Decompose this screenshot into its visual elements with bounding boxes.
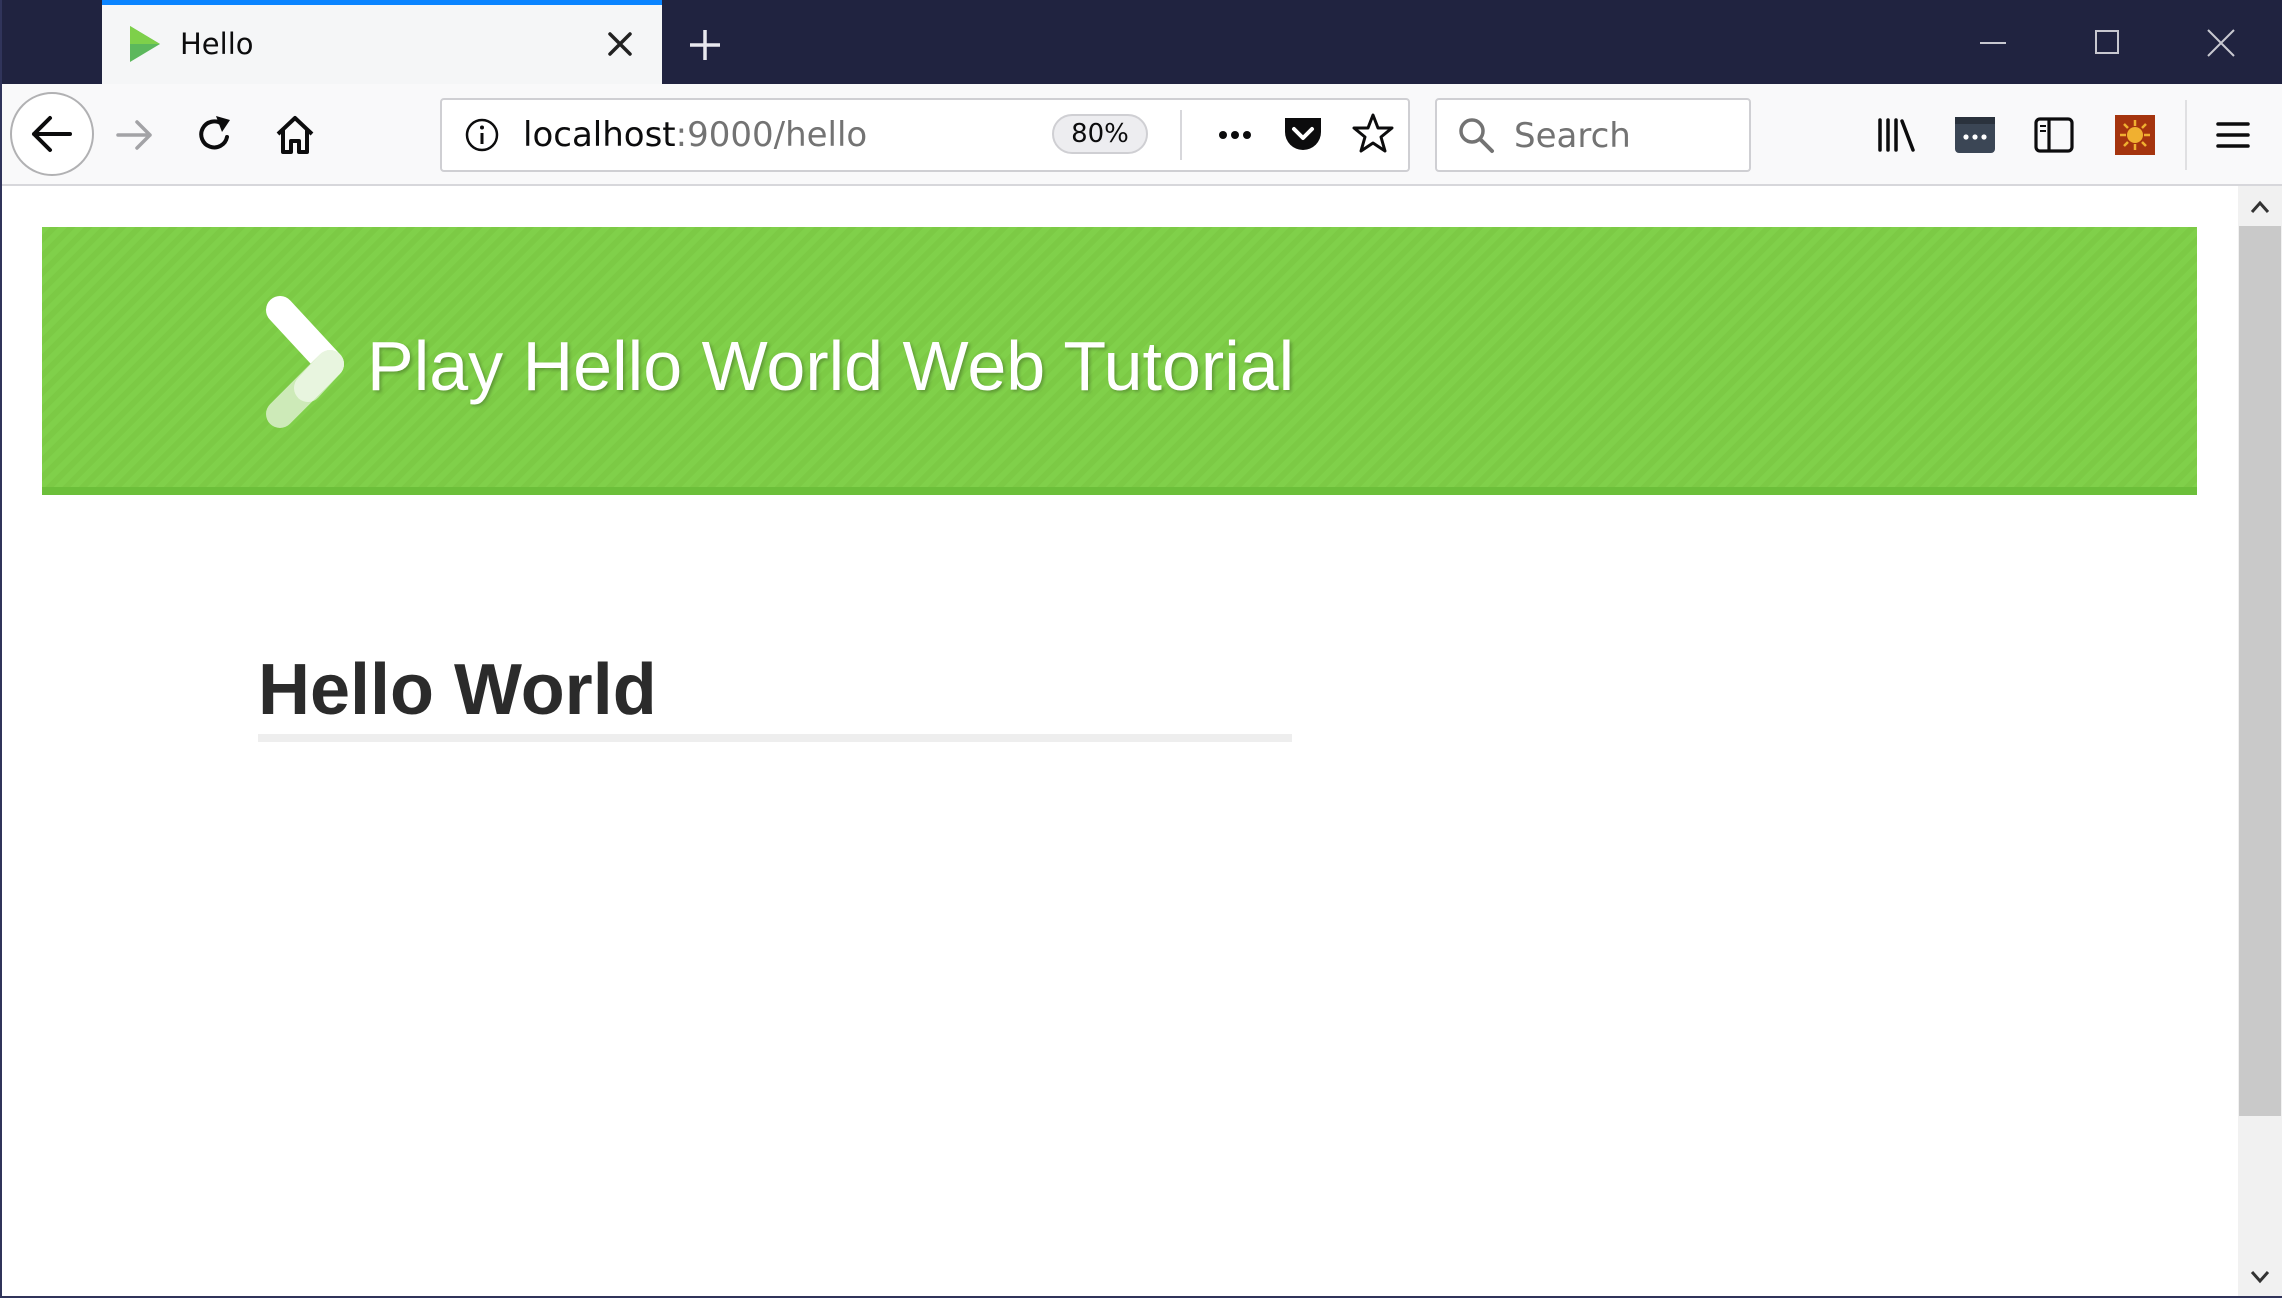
back-arrow-icon	[32, 116, 72, 152]
play-favicon-icon	[130, 26, 160, 62]
window-border-left	[0, 0, 2, 1298]
url-host: localhost	[523, 115, 676, 155]
back-button[interactable]	[10, 92, 94, 176]
search-icon	[1459, 118, 1494, 153]
site-header-border	[42, 487, 2197, 495]
close-window-icon[interactable]	[2196, 18, 2246, 68]
scroll-down-arrow-icon[interactable]	[2242, 1262, 2278, 1292]
site-title[interactable]: Play Hello World Web Tutorial	[367, 318, 1294, 414]
page-actions-icon[interactable]	[1210, 112, 1260, 158]
bookmark-star-icon[interactable]	[1350, 110, 1396, 156]
page-heading: Hello World	[258, 650, 657, 730]
play-logo-icon[interactable]	[258, 290, 348, 430]
search-placeholder[interactable]: Search	[1514, 115, 1631, 157]
scroll-up-arrow-icon[interactable]	[2242, 192, 2278, 222]
maximize-icon[interactable]	[2082, 18, 2132, 68]
url-text[interactable]: localhost:9000/hello	[523, 113, 867, 157]
url-path: :9000/hello	[675, 115, 868, 155]
zoom-level-badge[interactable]: 80%	[1052, 114, 1148, 154]
heading-underline	[258, 734, 1292, 742]
site-info-icon[interactable]	[462, 115, 502, 155]
minimize-icon[interactable]	[1968, 18, 2018, 68]
close-tab-icon[interactable]	[600, 24, 640, 64]
new-tab-icon[interactable]	[680, 20, 730, 70]
sidebar-icon[interactable]	[2031, 112, 2077, 158]
scrollbar-thumb[interactable]	[2239, 226, 2281, 1116]
toolbar-divider	[2185, 100, 2187, 170]
forward-arrow-icon[interactable]	[110, 110, 160, 160]
hamburger-menu-icon[interactable]	[2210, 112, 2256, 158]
home-icon[interactable]	[270, 110, 320, 160]
tab-title: Hello	[180, 27, 254, 61]
url-bar-divider	[1180, 110, 1182, 160]
library-icon[interactable]	[1873, 112, 1919, 158]
extension-icon[interactable]	[2112, 112, 2158, 158]
active-tab-indicator	[102, 0, 662, 5]
password-manager-icon[interactable]	[1952, 112, 1998, 158]
reload-icon[interactable]	[190, 110, 240, 160]
pocket-icon[interactable]	[1280, 110, 1326, 156]
